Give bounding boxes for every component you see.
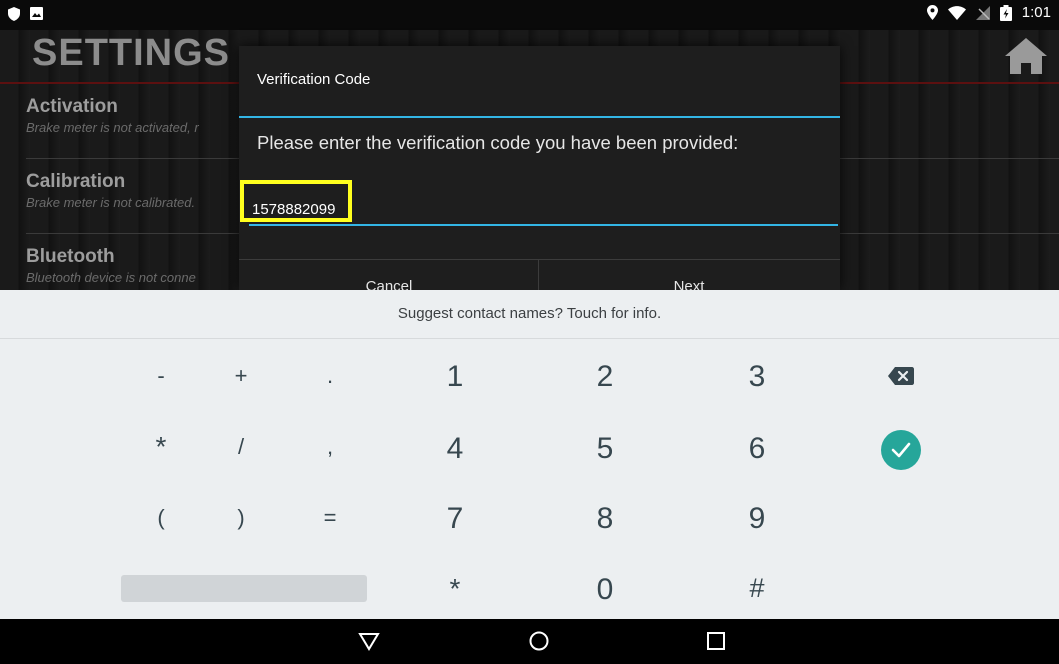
status-right: 1:01 [926, 4, 1051, 21]
key-open-paren[interactable]: ( [131, 505, 191, 531]
recents-icon[interactable] [705, 630, 727, 652]
cancel-button[interactable]: Cancel [239, 260, 539, 290]
numeric-keyboard: - + . 1 2 3 * / , 4 5 6 ( ) = 7 8 9 * 0 … [0, 339, 1059, 619]
key-7[interactable]: 7 [415, 502, 495, 536]
space-key[interactable] [121, 575, 367, 602]
status-left [8, 7, 43, 21]
image-icon [30, 7, 43, 20]
dialog-message: Please enter the verification code you h… [257, 132, 739, 153]
dialog-button-row: Cancel Next [239, 259, 840, 290]
check-icon [891, 442, 911, 458]
home-icon[interactable] [1004, 36, 1048, 76]
backspace-icon[interactable] [887, 364, 915, 388]
key-4[interactable]: 4 [415, 432, 495, 466]
key-9[interactable]: 9 [717, 502, 797, 536]
battery-icon [999, 4, 1012, 21]
location-icon [926, 5, 938, 20]
no-signal-icon [975, 5, 990, 20]
dialog-title-divider [239, 116, 840, 118]
status-time: 1:01 [1021, 4, 1051, 21]
key-plus[interactable]: + [211, 363, 271, 389]
key-3[interactable]: 3 [717, 360, 797, 394]
next-button[interactable]: Next [539, 260, 839, 290]
status-bar: 1:01 [0, 0, 1059, 30]
enter-key[interactable] [881, 430, 921, 470]
key-minus[interactable]: - [131, 363, 191, 389]
key-1[interactable]: 1 [415, 360, 495, 394]
key-comma[interactable]: , [300, 434, 360, 460]
back-icon[interactable] [358, 630, 380, 652]
key-period[interactable]: . [300, 363, 360, 389]
key-slash[interactable]: / [211, 434, 271, 460]
page-title: SETTINGS [32, 32, 231, 74]
keyboard-suggestion-strip[interactable]: Suggest contact names? Touch for info. [0, 290, 1059, 339]
key-star[interactable]: * [415, 573, 495, 605]
key-close-paren[interactable]: ) [211, 505, 271, 531]
dialog-title: Verification Code [257, 71, 371, 88]
wifi-icon [947, 5, 966, 20]
shield-icon [8, 7, 20, 21]
verification-dialog: Verification Code Please enter the verif… [239, 46, 840, 290]
key-0[interactable]: 0 [565, 573, 645, 607]
key-equals[interactable]: = [300, 505, 360, 531]
key-2[interactable]: 2 [565, 360, 645, 394]
key-5[interactable]: 5 [565, 432, 645, 466]
input-highlight-box [240, 180, 352, 222]
navigation-bar [0, 619, 1059, 664]
key-asterisk[interactable]: * [121, 431, 201, 463]
key-8[interactable]: 8 [565, 502, 645, 536]
home-circle-icon[interactable] [528, 630, 550, 652]
key-hash[interactable]: # [717, 573, 797, 604]
key-6[interactable]: 6 [717, 432, 797, 466]
